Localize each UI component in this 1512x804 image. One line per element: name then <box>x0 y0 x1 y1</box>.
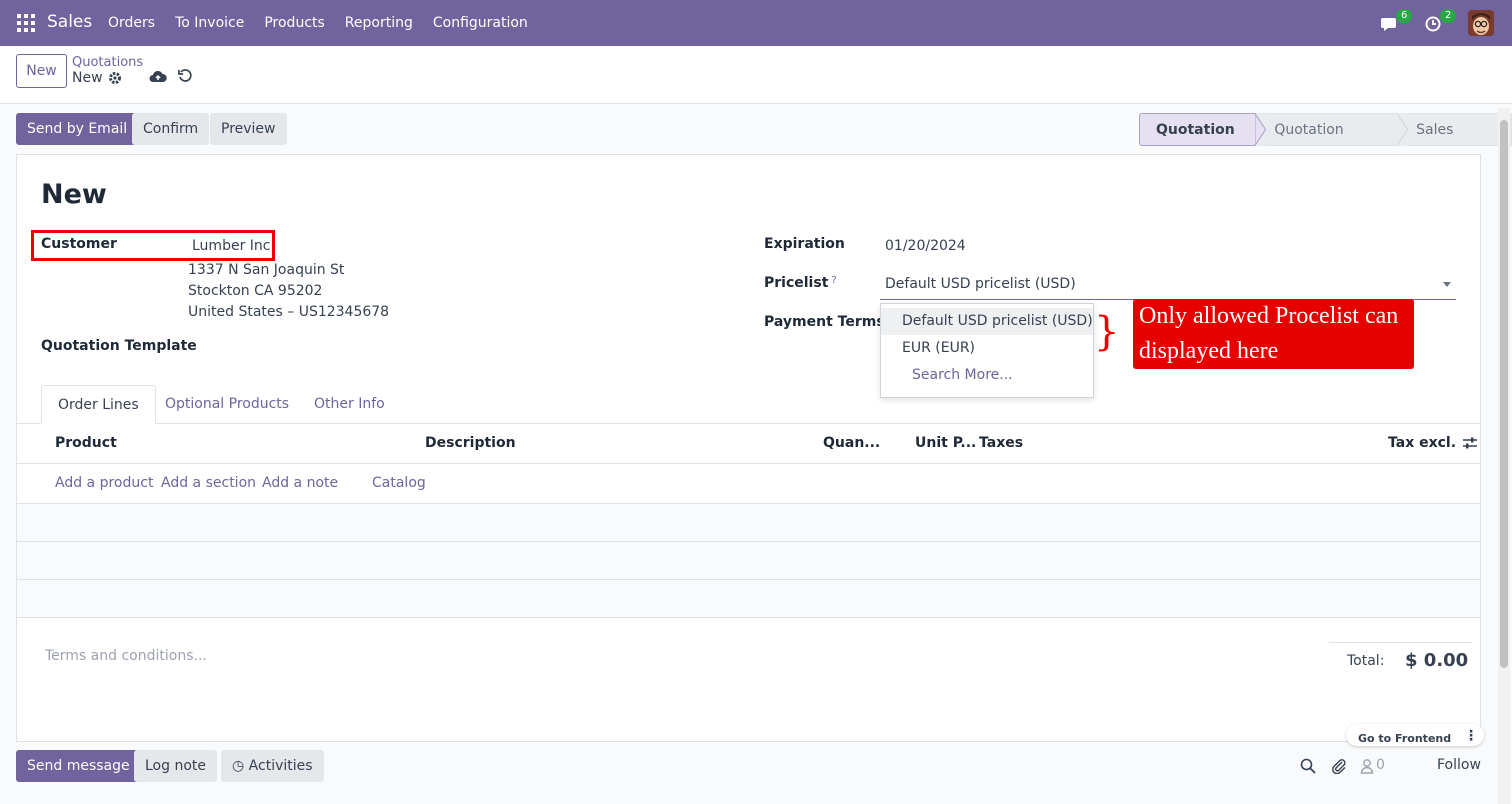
customer-field[interactable]: Lumber Inc <box>192 238 270 254</box>
catalog-link[interactable]: Catalog <box>372 475 426 491</box>
main-menu: Orders To Invoice Products Reporting Con… <box>98 0 538 46</box>
activities-button[interactable]: 2 <box>1425 9 1457 34</box>
app-name[interactable]: Sales <box>47 12 92 32</box>
follower-icon[interactable] <box>1360 758 1374 774</box>
activities-count-badge: 2 <box>1440 9 1457 23</box>
column-unit-price[interactable]: Unit P... <box>915 435 976 451</box>
terms-conditions-field[interactable]: Terms and conditions... <box>45 648 207 664</box>
total-label: Total: <box>1347 653 1385 669</box>
pricelist-input[interactable]: Default USD pricelist (USD) <box>880 270 1456 300</box>
top-navbar: Sales Orders To Invoice Products Reporti… <box>0 0 1512 46</box>
annotation-brace: } <box>1094 309 1120 355</box>
column-product[interactable]: Product <box>55 435 117 451</box>
gear-icon[interactable] <box>108 71 122 85</box>
customer-address-line2: Stockton CA 95202 <box>188 283 323 299</box>
pricelist-label: Pricelist? <box>764 275 837 291</box>
breadcrumb-current: New <box>72 70 103 86</box>
total-divider <box>1329 642 1472 643</box>
dropdown-option-eur[interactable]: EUR (EUR) <box>881 335 1093 362</box>
status-quotation-sent[interactable]: Quotation Sent <box>1266 113 1397 171</box>
confirm-button[interactable]: Confirm <box>132 113 210 145</box>
log-note-button[interactable]: Log note <box>134 750 217 782</box>
menu-reporting[interactable]: Reporting <box>335 0 423 46</box>
user-avatar[interactable] <box>1468 10 1494 36</box>
menu-orders[interactable]: Orders <box>98 0 165 46</box>
status-quotation[interactable]: Quotation <box>1139 113 1255 146</box>
scrollbar[interactable] <box>1498 108 1510 804</box>
menu-configuration[interactable]: Configuration <box>423 0 538 46</box>
pricelist-value[interactable]: Default USD pricelist (USD) <box>885 276 1076 292</box>
follow-button[interactable]: Follow <box>1437 757 1481 773</box>
quotation-template-label: Quotation Template <box>41 338 197 354</box>
payment-terms-label: Payment Terms <box>764 314 885 330</box>
send-by-email-button[interactable]: Send by Email <box>16 113 139 145</box>
discard-undo-icon[interactable] <box>177 68 193 84</box>
paperclip-icon[interactable] <box>1331 758 1347 774</box>
followers-count: 0 <box>1376 757 1385 773</box>
pricelist-label-text: Pricelist <box>764 275 829 291</box>
status-arrow <box>1396 113 1409 146</box>
customer-address-line3: United States – US12345678 <box>188 304 390 320</box>
record-title: New <box>41 179 107 210</box>
status-sales-order[interactable]: Sales Order <box>1408 113 1512 171</box>
status-bar: Quotation Quotation Sent Sales Order <box>1139 113 1512 171</box>
send-message-button[interactable]: Send message <box>16 750 141 782</box>
apps-menu-icon[interactable] <box>17 14 35 32</box>
table-row <box>17 504 1480 542</box>
tab-other-info[interactable]: Other Info <box>298 385 401 424</box>
add-line-row: Add a product Add a section Add a note C… <box>17 464 1480 504</box>
preview-button[interactable]: Preview <box>210 113 287 145</box>
control-panel: New Quotations New <box>0 46 1512 104</box>
table-row <box>17 580 1480 618</box>
menu-to-invoice[interactable]: To Invoice <box>165 0 254 46</box>
add-section-link[interactable]: Add a section <box>161 475 256 491</box>
expiration-label: Expiration <box>764 236 845 252</box>
menu-products[interactable]: Products <box>254 0 334 46</box>
tab-optional-products[interactable]: Optional Products <box>149 385 305 424</box>
more-options-icon[interactable]: ⋮ <box>1464 728 1478 744</box>
tab-order-lines[interactable]: Order Lines <box>41 385 156 424</box>
clock-icon: ◷ <box>232 758 249 774</box>
column-settings-icon[interactable] <box>1462 436 1478 450</box>
pricelist-dropdown: Default USD pricelist (USD) EUR (EUR) Se… <box>880 303 1094 398</box>
status-arrow <box>1254 113 1267 146</box>
column-taxes[interactable]: Taxes <box>979 435 1023 451</box>
breadcrumb-quotations[interactable]: Quotations <box>72 55 143 70</box>
pricelist-help-icon[interactable]: ? <box>831 275 836 286</box>
column-quantity[interactable]: Quan... <box>823 435 880 451</box>
customer-address-line1: 1337 N San Joaquin St <box>188 262 345 278</box>
table-row <box>17 542 1480 580</box>
customer-label: Customer <box>41 236 117 252</box>
order-lines-header: Product Description Quan... Unit P... Ta… <box>17 424 1480 464</box>
messages-count-badge: 6 <box>1396 9 1413 23</box>
column-tax-excl[interactable]: Tax excl. <box>1388 435 1456 451</box>
messages-button[interactable]: 6 <box>1381 9 1413 34</box>
notebook-tabs: Order Lines Optional Products Other Info <box>17 385 1480 424</box>
add-note-link[interactable]: Add a note <box>262 475 338 491</box>
activities-button-chatter[interactable]: ◷ Activities <box>221 750 324 782</box>
activities-label: Activities <box>248 758 313 774</box>
cloud-upload-icon[interactable] <box>149 69 167 85</box>
search-icon[interactable] <box>1300 758 1316 774</box>
chevron-down-icon[interactable] <box>1443 282 1451 287</box>
dropdown-option-usd[interactable]: Default USD pricelist (USD) <box>881 308 1093 335</box>
column-description[interactable]: Description <box>425 435 516 451</box>
expiration-field[interactable]: 01/20/2024 <box>885 238 966 254</box>
annotation-callout: Only allowed Procelist can displayed her… <box>1133 299 1414 369</box>
add-product-link[interactable]: Add a product <box>55 475 153 491</box>
new-record-button[interactable]: New <box>16 54 67 88</box>
total-value: $ 0.00 <box>1405 650 1469 671</box>
